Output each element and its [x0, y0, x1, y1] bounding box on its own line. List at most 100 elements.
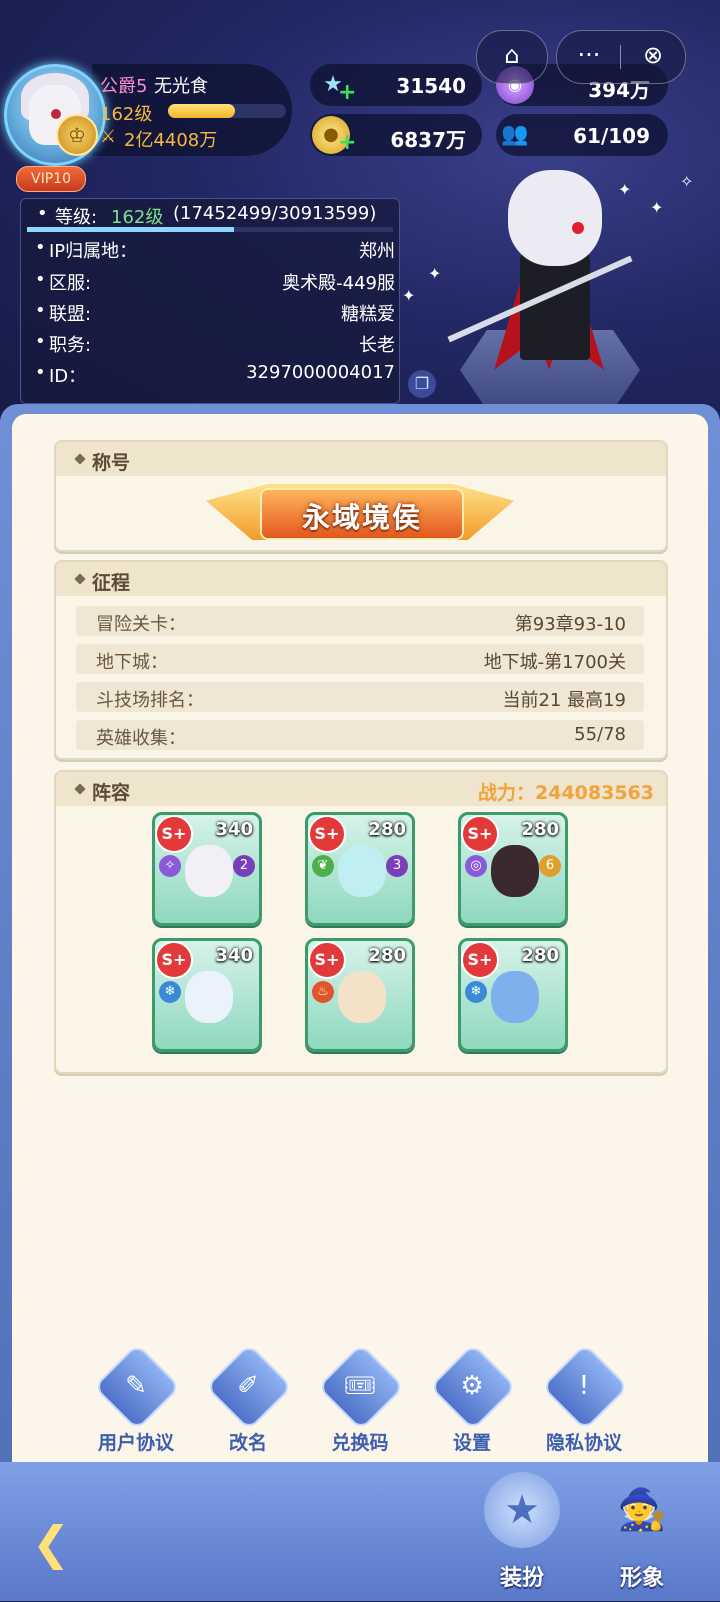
members-value: 61/109 — [573, 124, 650, 148]
redeem-code-icon: 🎟 — [343, 1371, 377, 1401]
combat-power-short: 2亿4408万 — [124, 130, 218, 151]
hero-slot[interactable]: S+ 280 ❦ 3 — [305, 812, 415, 926]
hero-slot[interactable]: S+ 340 ❄ — [152, 938, 262, 1052]
player-info-panel: • 等级: 162级 (17452499/30913599) • IP归属地： … — [20, 198, 400, 404]
bullet: • — [35, 237, 46, 258]
card-header: 征程 — [56, 562, 666, 596]
bullet: • — [37, 203, 48, 224]
card-header: 称号 — [56, 442, 666, 476]
hero-slot[interactable]: S+ 280 ◎ 6 — [458, 812, 568, 926]
grade-badge: S+ — [308, 815, 346, 853]
hero-slot[interactable]: S+ 280 ♨ — [305, 938, 415, 1052]
diamond-icon — [74, 573, 86, 585]
row-value: 地下城-第1700关 — [483, 652, 626, 673]
outfit-icon: ★ — [484, 1472, 560, 1548]
bullet: • — [35, 362, 46, 383]
sparkle-icon: ✦ — [650, 198, 664, 217]
redeem-code-button[interactable]: 🎟 兑换码 — [310, 1343, 410, 1466]
tab-outfit[interactable]: ★ 装扮 — [472, 1472, 572, 1602]
character-avatar[interactable] — [508, 170, 602, 266]
currency-crystal[interactable]: ★ + 31540 — [310, 64, 482, 106]
currency-gold[interactable]: ● + 6837万 — [310, 114, 482, 156]
row-value: 第93章93-10 — [514, 614, 626, 635]
close-icon[interactable]: ⊗ — [621, 41, 685, 69]
row-value: 55/78 — [574, 724, 626, 745]
info-row-position: • 职务: 长老 — [35, 331, 395, 359]
crossed-swords-icon: ⚔ — [100, 126, 117, 147]
expedition-row-arena: 斗技场排名： 当前21 最高19 — [76, 682, 644, 712]
level-value: 162级 — [111, 207, 164, 228]
hero-portrait — [491, 971, 539, 1023]
home-button[interactable]: ⌂ — [476, 30, 548, 84]
grade-badge: S+ — [155, 941, 193, 979]
settings-button[interactable]: ⚙ 设置 — [422, 1343, 522, 1466]
exp-value: (17452499/30913599) — [173, 203, 377, 224]
guild-members[interactable]: 👥 61/109 — [496, 114, 668, 156]
honor-badge[interactable]: 永域境侯 — [206, 478, 514, 548]
honor-plate: 永域境侯 — [260, 488, 464, 540]
honor-title-text: 永域境侯 — [301, 501, 422, 534]
info-label: 职务: — [49, 335, 92, 356]
expedition-row-dungeon: 地下城： 地下城-第1700关 — [76, 644, 644, 674]
button-label: 隐私协议 — [545, 1432, 622, 1454]
hero-level: 280 — [521, 819, 559, 840]
user-agreement-icon: ✎ — [125, 1371, 147, 1401]
add-icon[interactable]: + — [338, 130, 356, 155]
grade-badge: S+ — [461, 941, 499, 979]
more-icon[interactable]: ··· — [557, 41, 621, 69]
star-count-badge: 6 — [539, 855, 561, 877]
bullet: • — [35, 331, 46, 352]
element-icon: ✧ — [159, 855, 181, 877]
player-name: 无光食 — [154, 76, 208, 97]
hero-level: 280 — [368, 945, 406, 966]
mini-program-capsule: ··· ⊗ — [556, 30, 686, 84]
row-label: 英雄收集： — [96, 728, 186, 749]
level-progress-fill — [168, 104, 235, 118]
exp-bar — [27, 227, 393, 232]
add-icon[interactable]: + — [338, 80, 356, 105]
rename-icon: ✐ — [237, 1371, 259, 1401]
people-icon: 👥 — [501, 122, 529, 147]
star-count-badge: 2 — [233, 855, 255, 877]
row-value: 当前21 最高19 — [502, 690, 626, 711]
sparkle-icon: ✦ — [428, 264, 442, 283]
exp-fill — [27, 227, 234, 232]
info-label: IP归属地： — [49, 241, 138, 262]
button-label: 改名 — [228, 1432, 267, 1454]
diamond-icon — [74, 453, 86, 465]
info-value: 3297000004017 — [246, 362, 395, 383]
back-arrow-icon[interactable]: ❮ — [18, 1510, 84, 1576]
grade-badge: S+ — [461, 815, 499, 853]
grade-badge: S+ — [308, 941, 346, 979]
diamond-icon — [74, 783, 86, 795]
card-title: 征程 — [92, 572, 131, 594]
hero-portrait — [491, 845, 539, 897]
hero-portrait — [338, 971, 386, 1023]
lion-medal-icon: ♔ — [56, 114, 98, 156]
user-agreement-button[interactable]: ✎ 用户协议 — [86, 1343, 186, 1466]
home-icon: ⌂ — [504, 41, 520, 69]
sparkle-icon: ✧ — [680, 172, 694, 191]
element-icon: ❦ — [312, 855, 334, 877]
level-label: 等级: — [55, 207, 98, 228]
privacy-icon: ! — [578, 1371, 590, 1401]
info-value: 郑州 — [359, 241, 395, 262]
sparkle-icon: ✦ — [618, 180, 632, 199]
hero-level: 340 — [215, 819, 253, 840]
hero-slot[interactable]: S+ 280 ❄ — [458, 938, 568, 1052]
hero-slot[interactable]: S+ 340 ✧ 2 — [152, 812, 262, 926]
copy-icon[interactable]: ❐ — [408, 370, 436, 398]
info-label: ID： — [49, 366, 87, 387]
privacy-button[interactable]: ! 隐私协议 — [534, 1343, 634, 1466]
tab-appearance[interactable]: 🧙 形象 — [592, 1472, 692, 1602]
info-row-server: • 区服: 奥术殿-449服 — [35, 269, 395, 297]
rename-button[interactable]: ✐ 改名 — [198, 1343, 298, 1466]
appearance-icon: 🧙 — [617, 1487, 667, 1533]
hero-portrait — [338, 845, 386, 897]
info-row-alliance: • 联盟: 糖糕爱 — [35, 300, 395, 328]
info-label: 区服: — [49, 273, 92, 294]
vip-badge[interactable]: VIP10 — [16, 166, 86, 192]
bullet: • — [35, 300, 46, 321]
ice-element-icon: ❄ — [465, 981, 487, 1003]
hero-level: 280 — [368, 819, 406, 840]
